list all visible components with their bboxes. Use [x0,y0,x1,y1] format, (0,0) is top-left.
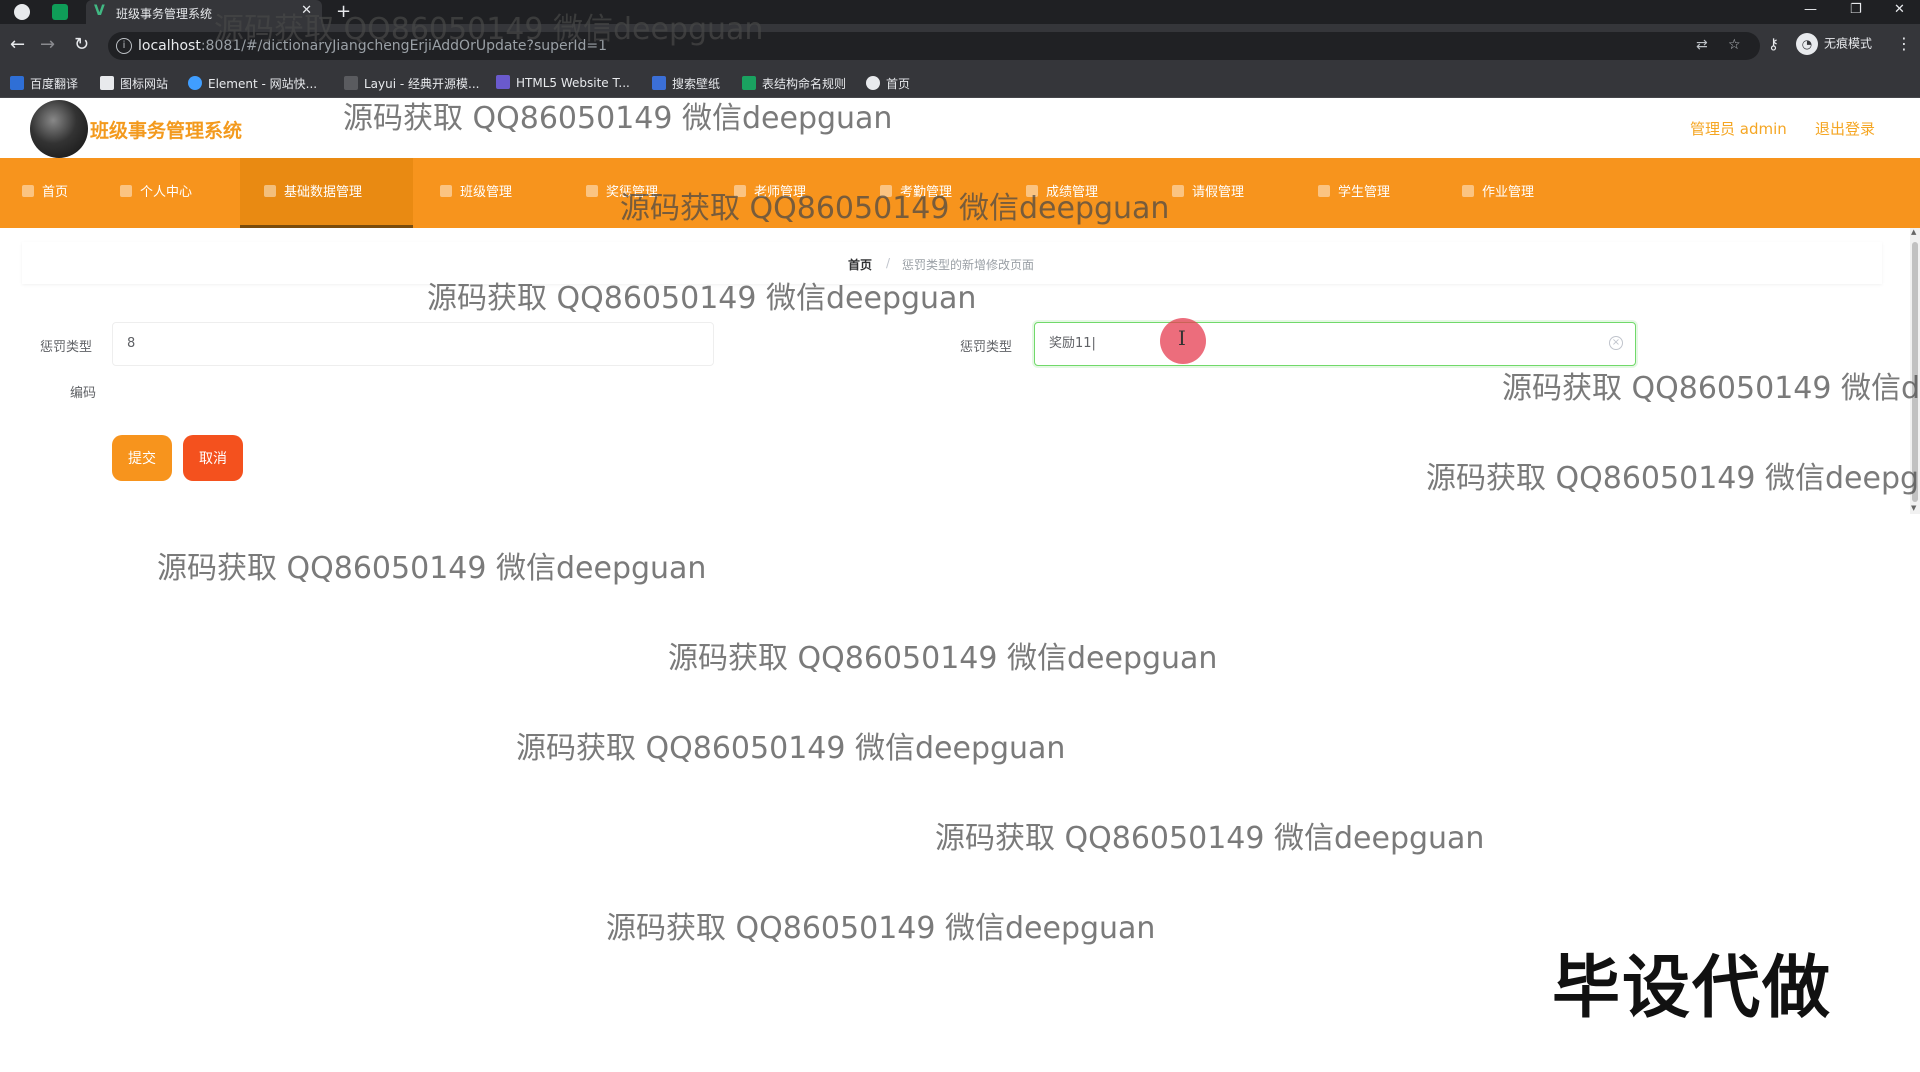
watermark-text: 源码获取 QQ86050149 微信deepguan [606,911,1156,946]
wallpaper-bookmark-icon [652,76,666,90]
submit-button[interactable]: 提交 [112,435,172,481]
breadcrumb-separator: / [886,256,891,270]
breadcrumb-current: 惩罚类型的新增修改页面 [902,258,1035,272]
menu-item-homework[interactable]: 作业管理 [1462,158,1534,228]
homework-icon [1462,185,1474,197]
bookmark-star-icon[interactable]: ☆ [1728,37,1741,53]
data-icon [264,185,276,197]
url-host: localhost [138,38,201,54]
chrome-icon [14,4,30,20]
globe-bookmark-icon [866,76,880,90]
name-field-label: 惩罚类型 [960,340,1013,355]
watermark-text: 源码获取 QQ86050149 微信deepguan [668,641,1218,676]
breadcrumb-home[interactable]: 首页 [848,256,872,273]
code-field-label-suffix: 编码 [70,386,97,401]
restore-icon[interactable]: ❐ [1850,2,1862,17]
watermark-text: 源码获取 QQ86050149 微信deepguan [1502,371,1920,406]
leave-icon [1172,185,1184,197]
logout-link[interactable]: 退出登录 [1815,118,1875,139]
element-bookmark-icon [188,76,202,90]
menu-item-personal-center[interactable]: 个人中心 [120,158,192,228]
watermark-text: 源码获取 QQ86050149 微信deepguan [1426,461,1920,496]
browser-menu-icon[interactable]: ⋮ [1896,34,1912,53]
bookmark-item[interactable]: 百度翻译 [10,75,78,92]
bookmark-item[interactable]: Element - 网站快... [188,75,317,92]
incognito-indicator[interactable]: ◔ 无痕模式 [1796,33,1872,59]
vue-favicon-icon: V [94,3,105,19]
bookmark-item[interactable]: HTML5 Website T... [496,75,630,90]
tab-title: 班级事务管理系统 [116,7,213,21]
key-icon[interactable]: ⚷ [1768,35,1779,53]
app-header: 班级事务管理系统 管理员 admin 退出登录 [0,98,1920,158]
code-field-label: 惩罚类型 [40,340,93,355]
clear-icon[interactable]: × [1609,336,1623,350]
menu-item-leave[interactable]: 请假管理 [1172,158,1244,228]
name-input[interactable]: 奖励11| × [1034,322,1636,366]
bookmark-item[interactable]: 搜索壁纸 [652,75,720,92]
logo-image [30,100,88,158]
scroll-down-icon[interactable]: ▼ [1911,504,1916,512]
table-bookmark-icon [742,76,756,90]
incognito-label: 无痕模式 [1824,36,1873,51]
admin-label: 管理员 admin [1690,120,1787,138]
forward-icon[interactable]: → [40,35,55,55]
menu-item-home[interactable]: 首页 [22,158,68,228]
minimize-icon[interactable]: — [1804,2,1817,17]
window-close-icon[interactable]: ✕ [1894,2,1905,17]
layui-bookmark-icon [344,76,358,90]
watermark-text: 源码获取 QQ86050149 微信deepguan [516,731,1066,766]
cancel-button[interactable]: 取消 [183,435,243,481]
text-cursor-icon: I [1178,326,1186,350]
bookmark-item[interactable]: Layui - 经典开源模... [344,75,479,92]
user-icon [120,185,132,197]
flag-bookmark-icon [100,76,114,90]
menu-item-basic-data[interactable]: 基础数据管理 [240,158,413,228]
watermark-text: 源码获取 QQ86050149 微信deepguan [157,551,707,586]
translate-icon[interactable]: ⇄ [1696,37,1708,53]
sheet-favicon-icon[interactable] [52,4,68,20]
bookmark-item[interactable]: 图标网站 [100,75,168,92]
watermark-text: 源码获取 QQ86050149 微信deepguan [620,191,1170,226]
reload-icon[interactable]: ↻ [74,35,89,55]
incognito-icon: ◔ [1796,33,1818,55]
bookmarks-bar: 百度翻译 图标网站 Element - 网站快... Layui - 经典开源模… [0,68,1920,98]
class-icon [440,185,452,197]
code-input[interactable]: 8 [112,322,714,366]
watermark-text: 源码获取 QQ86050149 微信deepguan [214,12,764,47]
menu-item-students[interactable]: 学生管理 [1318,158,1390,228]
site-info-icon[interactable]: i [116,38,132,54]
promo-stamp: 毕设代做 [1552,949,1833,1028]
menu-item-class[interactable]: 班级管理 [440,158,512,228]
name-input-value: 奖励11| [1049,336,1096,351]
students-icon [1318,185,1330,197]
system-title: 班级事务管理系统 [90,120,243,142]
translate-bookmark-icon [10,76,24,90]
bookmark-item[interactable]: 首页 [866,75,910,92]
reward-icon [586,185,598,197]
bookmark-item[interactable]: 表结构命名规则 [742,75,846,92]
watermark-text: 源码获取 QQ86050149 微信deepguan [343,101,893,136]
scroll-up-icon[interactable]: ▲ [1911,228,1916,236]
home-icon [22,185,34,197]
watermark-text: 源码获取 QQ86050149 微信deepguan [427,281,977,316]
watermark-text: 源码获取 QQ86050149 微信deepguan [935,821,1485,856]
back-icon[interactable]: ← [10,35,25,55]
html5-bookmark-icon [496,75,510,89]
